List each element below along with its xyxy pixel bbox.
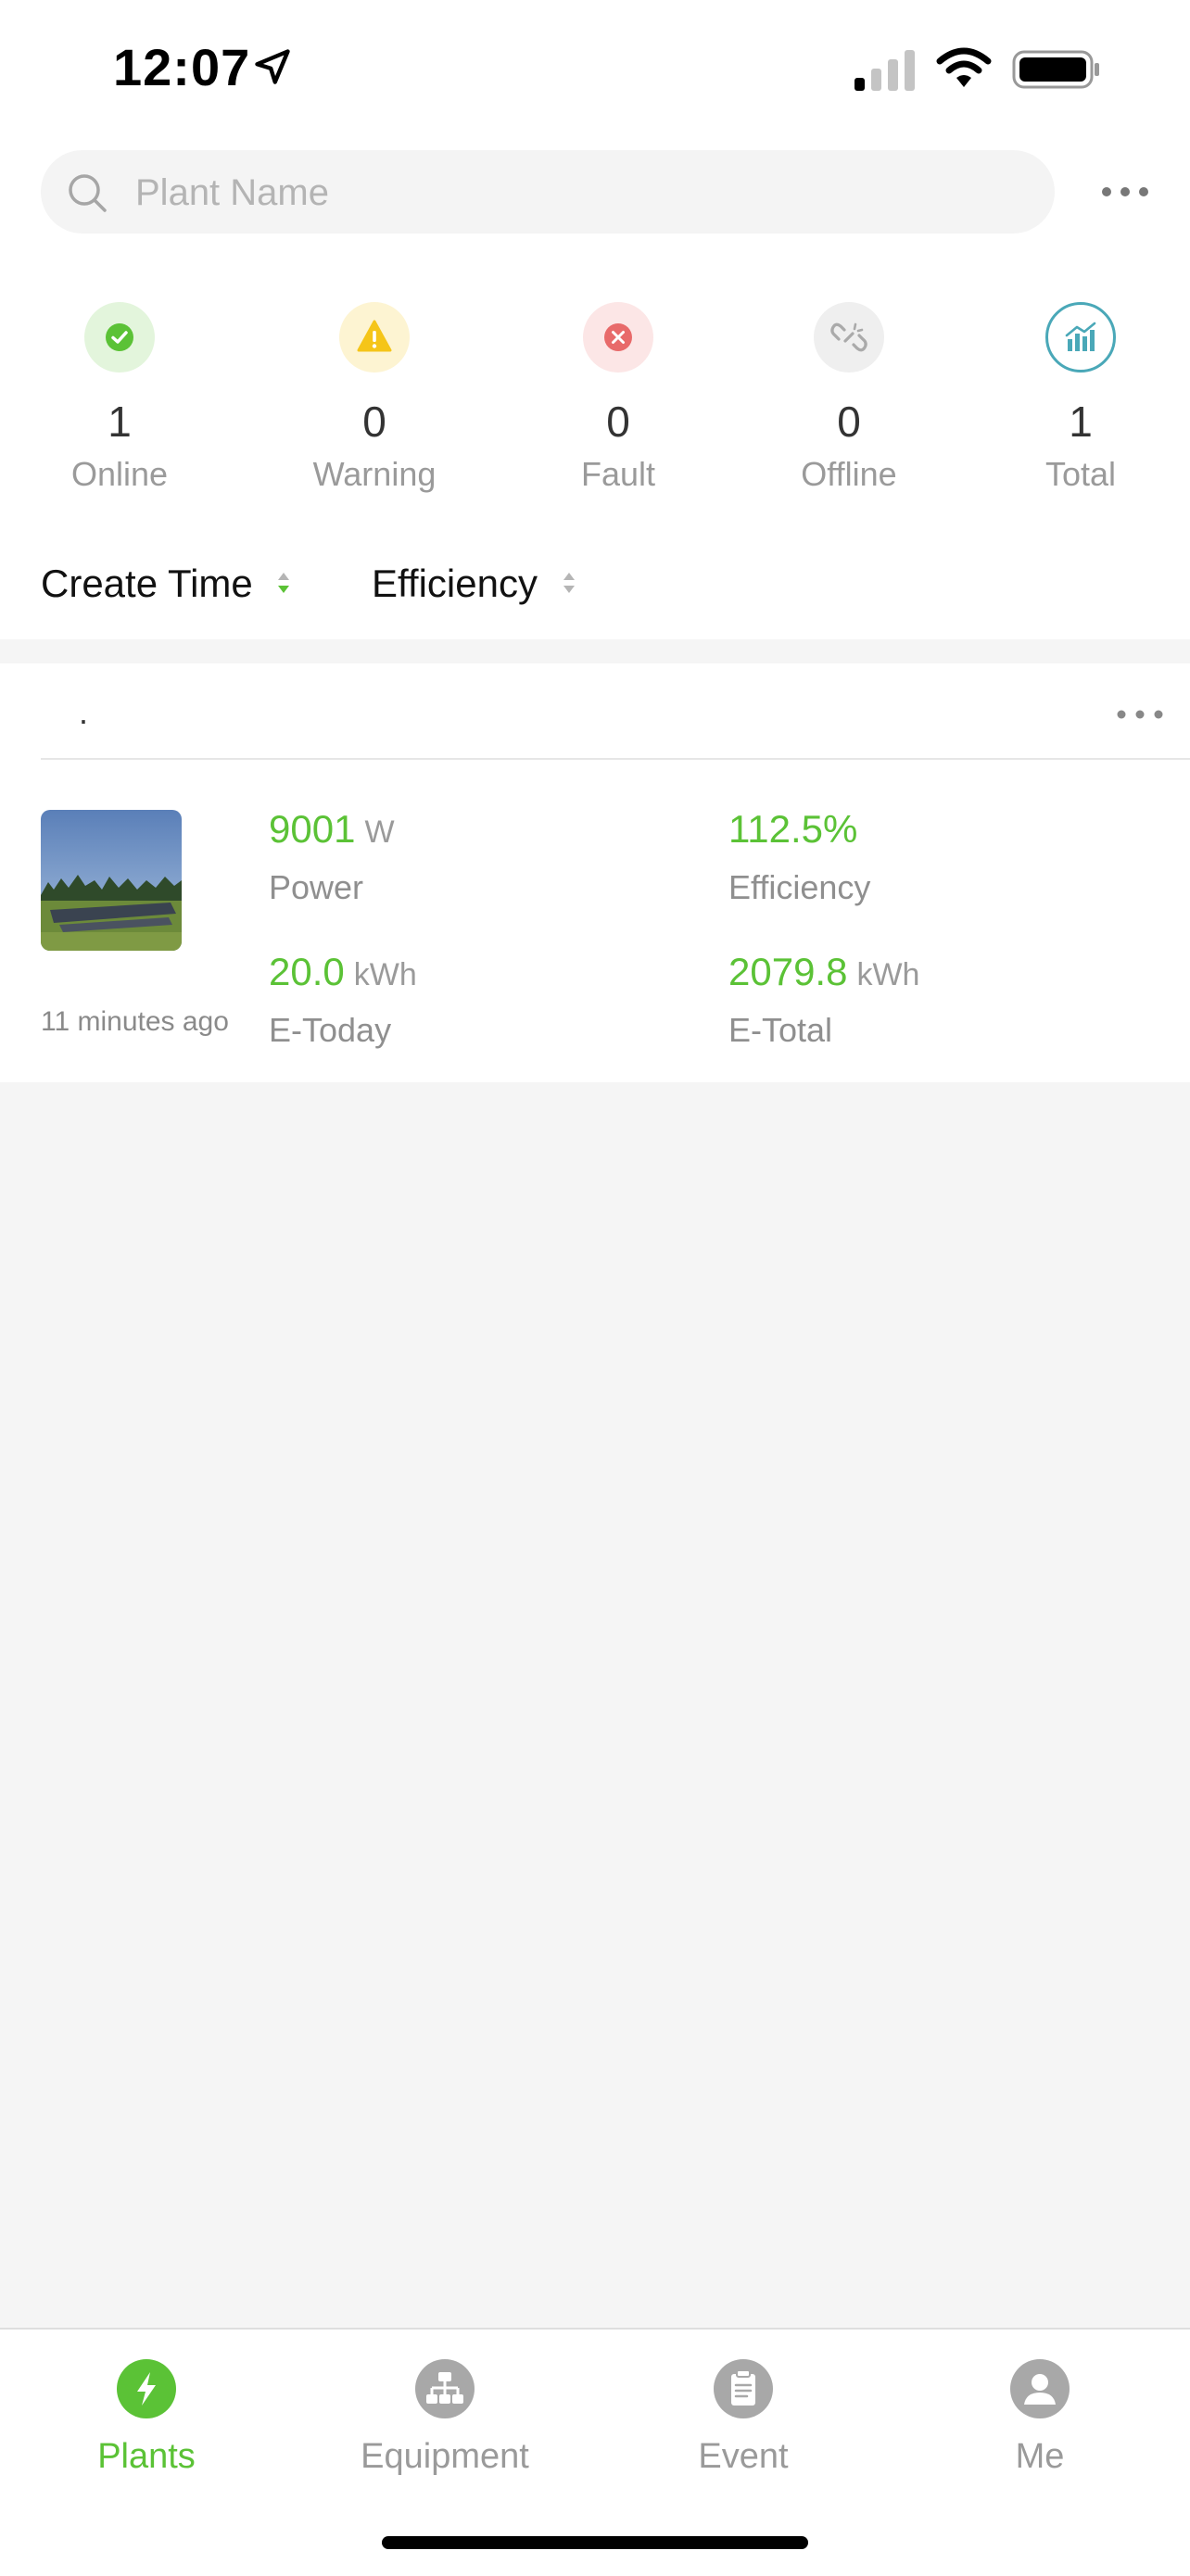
wifi-icon <box>936 47 992 87</box>
stat-fault[interactable]: 0 Fault <box>525 302 711 493</box>
tab-equipment[interactable]: Equipment <box>334 2359 556 2477</box>
location-arrow-icon <box>255 49 290 84</box>
stat-offline-count: 0 <box>837 398 861 446</box>
tab-event[interactable]: Event <box>632 2359 855 2477</box>
metric-efficiency-label: Efficiency <box>728 868 871 906</box>
sort-create-time-label: Create Time <box>41 562 253 605</box>
metric-e-today-value: 20.0 <box>269 950 345 993</box>
tab-equipment-label: Equipment <box>361 2437 529 2476</box>
broken-link-icon <box>814 302 884 373</box>
lightning-icon <box>117 2359 176 2418</box>
stat-warning-label: Warning <box>312 455 437 493</box>
sort-create-time[interactable]: Create Time <box>41 562 291 606</box>
status-bar: 12:07 <box>0 0 1190 139</box>
sort-arrows-icon <box>563 572 575 593</box>
stat-offline[interactable]: 0 Offline <box>756 302 942 493</box>
header-panel: 12:07 Plant Name 1 Online 0 Warning 0 Fa… <box>0 0 1190 639</box>
user-icon <box>1010 2359 1070 2418</box>
plant-card-header: · <box>41 663 1190 760</box>
metric-e-total-value: 2079.8 <box>728 950 848 993</box>
metric-power-label: Power <box>269 868 364 906</box>
tab-me-label: Me <box>1015 2437 1065 2476</box>
x-circle-icon <box>583 302 653 373</box>
plant-updated-time: 11 minutes ago <box>41 1006 229 1037</box>
metric-efficiency-value: 112.5% <box>728 807 858 851</box>
search-bar[interactable] <box>41 150 1055 235</box>
check-circle-icon <box>84 302 155 373</box>
tab-plants[interactable]: Plants <box>35 2359 258 2477</box>
tab-plants-label: Plants <box>97 2437 196 2476</box>
warning-triangle-icon <box>339 302 410 373</box>
tab-me[interactable]: Me <box>929 2359 1151 2477</box>
metric-power-value: 9001 <box>269 807 356 851</box>
tab-event-label: Event <box>698 2437 789 2476</box>
sort-efficiency[interactable]: Efficiency <box>372 562 576 606</box>
cellular-signal-icon <box>855 50 915 91</box>
stat-offline-label: Offline <box>801 455 897 493</box>
metric-power-unit: W <box>364 814 395 850</box>
sort-arrows-icon <box>278 572 290 593</box>
search-icon <box>69 174 107 212</box>
metric-e-total-label: E-Total <box>728 1011 833 1049</box>
home-indicator <box>382 2536 808 2549</box>
metric-power: 9001 W Power <box>269 806 395 906</box>
search-input[interactable] <box>133 150 1027 235</box>
metric-e-today-label: E-Today <box>269 1011 392 1049</box>
stat-total-count: 1 <box>1069 398 1093 446</box>
stat-online[interactable]: 1 Online <box>27 302 212 493</box>
plant-card[interactable]: · 11 minutes ago 9001 W Power 112.5% Eff… <box>0 663 1190 1082</box>
sort-efficiency-label: Efficiency <box>372 562 538 605</box>
stat-warning-count: 0 <box>362 398 386 446</box>
stat-fault-label: Fault <box>580 455 656 493</box>
more-options-icon[interactable] <box>1114 701 1166 728</box>
status-time: 12:07 <box>113 38 251 96</box>
stat-fault-count: 0 <box>606 398 630 446</box>
plant-name: · <box>78 701 89 739</box>
bar-chart-icon <box>1045 302 1116 373</box>
stat-warning[interactable]: 0 Warning <box>282 302 467 493</box>
battery-icon <box>1012 50 1099 89</box>
network-icon <box>415 2359 475 2418</box>
clipboard-icon <box>714 2359 773 2418</box>
metric-e-today: 20.0 kWh E-Today <box>269 949 417 1049</box>
metric-e-total-unit: kWh <box>856 957 920 992</box>
metric-e-today-unit: kWh <box>353 957 417 992</box>
more-options-icon[interactable] <box>1099 176 1151 208</box>
stat-total[interactable]: 1 Total <box>988 302 1173 493</box>
stat-online-count: 1 <box>108 398 132 446</box>
stat-online-label: Online <box>70 455 169 493</box>
stat-total-label: Total <box>1044 455 1117 493</box>
plant-thumbnail <box>41 810 182 951</box>
metric-e-total: 2079.8 kWh E-Total <box>728 949 919 1049</box>
metric-efficiency: 112.5% Efficiency <box>728 806 870 906</box>
